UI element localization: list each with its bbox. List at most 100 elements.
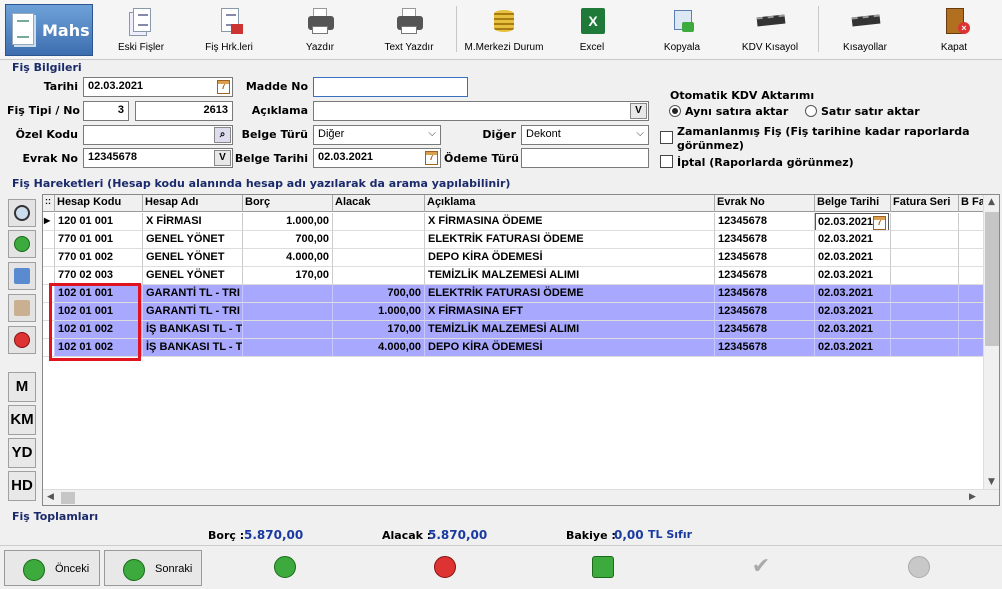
table-row[interactable]: 770 02 003 GENEL YÖNET 170,00 TEMİZLİK MALZ… — [43, 267, 989, 285]
add-row-button[interactable] — [8, 230, 36, 258]
fis-hrk-button[interactable]: Fiş Hrk.leri — [196, 4, 262, 56]
calendar-icon[interactable]: 7 — [425, 151, 438, 165]
col-evrak-no[interactable]: Evrak No — [715, 195, 815, 212]
scroll-up-icon[interactable]: ▲ — [988, 197, 995, 207]
cell-aciklama[interactable]: DEPO KİRA ÖDEMESİ — [425, 249, 715, 267]
cell-evrak-no[interactable]: 12345678 — [715, 213, 815, 231]
cell-aciklama[interactable]: TEMİZLİK MALZEMESİ ALIMI — [425, 321, 715, 339]
col-hesap-adi[interactable]: Hesap Adı — [143, 195, 243, 212]
cell-evrak-no[interactable]: 12345678 — [715, 321, 815, 339]
cell-hesap-adi[interactable]: GENEL YÖNET — [143, 249, 243, 267]
cell-belge-tarihi[interactable]: 02.03.2021 — [815, 267, 891, 285]
cell-fatura-seri[interactable] — [891, 249, 959, 267]
zamanlanmis-checkbox[interactable] — [660, 131, 673, 144]
fis-tipi-field[interactable]: 3 — [83, 101, 129, 121]
cell-hesap-adi[interactable]: GARANTİ TL - TRI — [143, 303, 243, 321]
edit-icon[interactable] — [592, 556, 614, 578]
checkmark-icon[interactable]: ✔ — [750, 556, 772, 578]
sort-button[interactable] — [8, 262, 36, 290]
cell-hesap-kodu[interactable]: 770 01 001 — [55, 231, 143, 249]
col-aciklama[interactable]: Açıklama — [425, 195, 715, 212]
ayni-satira-radio[interactable] — [669, 105, 681, 117]
col-alacak[interactable]: Alacak — [333, 195, 425, 212]
hd-button[interactable]: HD — [8, 471, 36, 501]
cell-borc[interactable]: 1.000,00 — [243, 213, 333, 231]
search-button[interactable] — [8, 199, 36, 227]
paste-button[interactable] — [8, 294, 36, 322]
cell-alacak[interactable] — [333, 213, 425, 231]
cell-hesap-adi[interactable]: İŞ BANKASI TL - T — [143, 321, 243, 339]
cell-evrak-no[interactable]: 12345678 — [715, 267, 815, 285]
cell-borc[interactable]: 4.000,00 — [243, 249, 333, 267]
cell-alacak[interactable] — [333, 267, 425, 285]
diger-select[interactable]: Dekont ⌵ — [521, 125, 649, 145]
cell-hesap-adi[interactable]: GENEL YÖNET — [143, 231, 243, 249]
cell-fatura-seri[interactable] — [891, 303, 959, 321]
cell-evrak-no[interactable]: 12345678 — [715, 249, 815, 267]
cell-belge-tarihi[interactable]: 02.03.2021 — [815, 285, 891, 303]
table-row[interactable]: ▶ 120 01 001 X FİRMASI 1.000,00 X FİRMASINA … — [43, 213, 989, 231]
cancel-icon[interactable] — [908, 556, 930, 578]
cell-belge-tarihi[interactable]: 02.03.2021 — [815, 303, 891, 321]
cell-borc[interactable] — [243, 339, 333, 357]
delete-row-button[interactable] — [8, 326, 36, 354]
belge-tarihi-editor[interactable]: 02.03.2021 7 — [815, 213, 889, 230]
table-row[interactable]: 102 01 002 İŞ BANKASI TL - T 170,00 TEMİZLİ… — [43, 321, 989, 339]
aciklama-field[interactable]: V — [313, 101, 649, 121]
table-row[interactable]: 102 01 001 GARANTİ TL - TRI 700,00 ELEKTRİK… — [43, 285, 989, 303]
cell-aciklama[interactable]: TEMİZLİK MALZEMESİ ALIMI — [425, 267, 715, 285]
cell-alacak[interactable]: 4.000,00 — [333, 339, 425, 357]
satir-satir-radio[interactable] — [805, 105, 817, 117]
scroll-right-icon[interactable]: ▶ — [969, 492, 976, 502]
cell-borc[interactable]: 700,00 — [243, 231, 333, 249]
evrak-no-field[interactable]: 12345678 V — [83, 148, 233, 168]
cell-evrak-no[interactable]: 12345678 — [715, 303, 815, 321]
cell-alacak[interactable]: 1.000,00 — [333, 303, 425, 321]
kdv-kisayol-button[interactable]: KDV Kısayol — [736, 4, 804, 56]
calendar-icon[interactable]: 7 — [217, 80, 230, 94]
col-fatura-seri[interactable]: Fatura Seri — [891, 195, 959, 212]
kisayollar-button[interactable]: Kısayollar — [834, 4, 896, 56]
cell-borc[interactable] — [243, 303, 333, 321]
cell-fatura-seri[interactable] — [891, 267, 959, 285]
scroll-left-icon[interactable]: ◀ — [47, 492, 54, 502]
grid-grip[interactable]: :: — [43, 195, 55, 212]
text-yazdir-button[interactable]: Text Yazdır — [374, 4, 444, 56]
cell-belge-tarihi[interactable]: 02.03.2021 7 — [815, 213, 891, 231]
onceki-button[interactable]: Önceki — [4, 550, 100, 586]
eski-fisler-button[interactable]: Eski Fişler — [110, 4, 172, 56]
ozel-kodu-field[interactable]: ⌕ — [83, 125, 233, 145]
cell-aciklama[interactable]: ELEKTRİK FATURASI ÖDEME — [425, 231, 715, 249]
cell-belge-tarihi[interactable]: 02.03.2021 — [815, 231, 891, 249]
cell-fatura-seri[interactable] — [891, 321, 959, 339]
cell-fatura-seri[interactable] — [891, 285, 959, 303]
cell-hesap-kodu[interactable]: 120 01 001 — [55, 213, 143, 231]
km-button[interactable]: KM — [8, 405, 36, 435]
vertical-scrollbar[interactable]: ▲ ▼ — [983, 195, 999, 490]
col-borc[interactable]: Borç — [243, 195, 333, 212]
cell-aciklama[interactable]: X FİRMASINA ÖDEME — [425, 213, 715, 231]
remove-icon[interactable] — [434, 556, 456, 578]
cell-hesap-adi[interactable]: GENEL YÖNET — [143, 267, 243, 285]
cell-hesap-kodu[interactable]: 770 01 002 — [55, 249, 143, 267]
mmerkezi-durum-button[interactable]: M.Merkezi Durum — [460, 4, 548, 56]
cell-aciklama[interactable]: X FİRMASINA EFT — [425, 303, 715, 321]
yazdir-button[interactable]: Yazdır — [290, 4, 350, 56]
cell-evrak-no[interactable]: 12345678 — [715, 231, 815, 249]
cell-alacak[interactable] — [333, 231, 425, 249]
cell-borc[interactable]: 170,00 — [243, 267, 333, 285]
cell-fatura-seri[interactable] — [891, 213, 959, 231]
iptal-checkbox[interactable] — [660, 155, 673, 168]
row-indicator[interactable] — [43, 231, 55, 249]
cell-fatura-seri[interactable] — [891, 231, 959, 249]
horizontal-scroll-thumb[interactable] — [61, 492, 75, 504]
cell-hesap-adi[interactable]: GARANTİ TL - TRI — [143, 285, 243, 303]
m-button[interactable]: M — [8, 372, 36, 402]
aciklama-dropdown-button[interactable]: V — [630, 103, 647, 119]
cell-belge-tarihi[interactable]: 02.03.2021 — [815, 339, 891, 357]
scroll-down-icon[interactable]: ▼ — [988, 477, 995, 487]
hareketler-grid[interactable]: :: Hesap Kodu Hesap Adı Borç Alacak Açık… — [42, 194, 1000, 506]
row-indicator[interactable] — [43, 249, 55, 267]
table-row[interactable]: 770 01 001 GENEL YÖNET 700,00 ELEKTRİK FATU… — [43, 231, 989, 249]
excel-button[interactable]: X Excel — [564, 4, 620, 56]
